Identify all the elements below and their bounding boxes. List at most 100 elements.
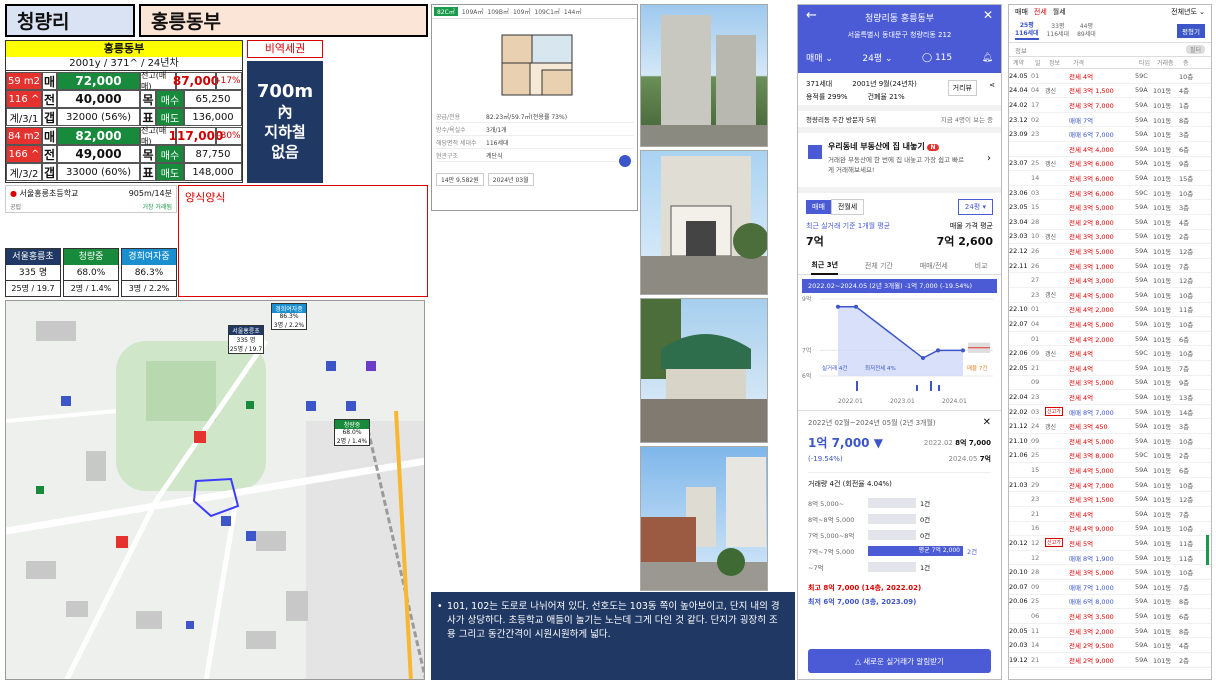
back-icon[interactable]: ← xyxy=(806,8,817,23)
history-row[interactable]: 21 전세 4억 59A 101동 7층 xyxy=(1009,507,1211,522)
history-row[interactable]: 22.12 26 전세 3억 5,000 59A 101동 12층 xyxy=(1009,244,1211,259)
row-day: 14 xyxy=(1031,173,1040,182)
history-row[interactable]: 23.03 10 갱신 전세 3억 3,000 59A 101동 2층 xyxy=(1009,230,1211,245)
row-dong: 101동 xyxy=(1153,569,1172,578)
size-dropdown[interactable]: 24평 ▾ xyxy=(957,199,993,215)
row-floor: 6층 xyxy=(1179,335,1190,344)
history-row[interactable]: 15 전세 4억 5,000 59A 101동 6층 xyxy=(1009,463,1211,478)
year-filter[interactable]: 전체년도 ⌄ xyxy=(1171,7,1205,17)
fp-tab[interactable]: 82C㎡ xyxy=(434,7,458,16)
fp-tab[interactable]: 109A㎡ xyxy=(462,7,484,16)
history-row[interactable]: 21.12 24 갱신 전세 3억 450 59A 101동 3층 xyxy=(1009,419,1211,434)
history-row[interactable]: 24.02 17 전세 3억 7,000 59A 101동 1층 xyxy=(1009,98,1211,113)
row-dong: 101동 xyxy=(1153,320,1172,329)
fp-tab[interactable]: 109㎡ xyxy=(513,7,530,16)
fp-date-select[interactable]: 2024년 03월 xyxy=(487,172,534,186)
seg-trade[interactable]: 매매 xyxy=(806,200,831,214)
history-row[interactable]: 20.10 28 전세 3억 5,000 59A 101동 10층 xyxy=(1009,565,1211,580)
row-price: 전세 4억 5,000 xyxy=(1069,291,1114,300)
chart-tab[interactable]: 전체 기간 xyxy=(865,261,893,271)
history-row[interactable]: 20.06 25 매매 6억 8,000 59A 101동 8층 xyxy=(1009,595,1211,610)
close-icon[interactable]: ✕ xyxy=(983,8,993,22)
row-type: 59A xyxy=(1135,392,1148,401)
pyeong-button[interactable]: 평형기 xyxy=(1177,23,1205,38)
scrollbar[interactable] xyxy=(1206,535,1209,565)
history-row[interactable]: 전세 4억 4,000 59A 101동 6층 xyxy=(1009,142,1211,157)
min-line: 최저 6억 7,000 (3층, 2023.09) xyxy=(808,598,917,606)
row-type: 59A xyxy=(1135,582,1148,591)
map[interactable]: 경희여자중 86.3% 3명 / 2.2% 서울홍릉초 335 명 25명 / 1… xyxy=(5,300,425,680)
history-row[interactable]: 22.05 21 전세 4억 59A 101동 7층 xyxy=(1009,361,1211,376)
sheet-close-icon[interactable]: ✕ xyxy=(983,417,991,428)
history-row[interactable]: 20.07 09 매매 7억 1,000 59A 101동 7층 xyxy=(1009,580,1211,595)
row-dong: 101동 xyxy=(1153,218,1172,227)
fp-price-chip[interactable]: 14만 9,582원 xyxy=(436,172,484,186)
history-row[interactable]: 24.05 01 전세 4억 59C 10층 xyxy=(1009,69,1211,84)
history-row[interactable]: 22.06 09 갱신 전세 4억 59C 101동 10층 xyxy=(1009,346,1211,361)
history-row[interactable]: 20.12 12 신고가 전세 5억 59A 101동 11층 xyxy=(1009,536,1211,551)
row-dong: 101동 xyxy=(1153,423,1172,432)
history-row[interactable]: 23.07 25 갱신 전세 3억 6,000 59A 101동 9층 xyxy=(1009,157,1211,172)
history-row[interactable]: 22.11 26 전세 3억 1,000 59A 101동 7층 xyxy=(1009,259,1211,274)
history-row[interactable]: 21.10 09 전세 4억 5,000 59A 101동 10층 xyxy=(1009,434,1211,449)
history-row[interactable]: 19.12 21 전세 2억 9,000 59A 101동 2층 xyxy=(1009,653,1211,668)
history-row[interactable]: 23.12 02 매매 7억 59A 101동 8층 xyxy=(1009,113,1211,128)
chart-tab[interactable]: 매매/전세 xyxy=(920,261,948,271)
history-row[interactable]: 16 전세 4억 9,000 59A 101동 10층 xyxy=(1009,522,1211,537)
history-row[interactable]: 12 매매 8억 1,900 59A 101동 11층 xyxy=(1009,551,1211,566)
size-select[interactable]: 24평 ⌄ xyxy=(862,51,892,64)
sell-banner[interactable]: 우리동네 부동산에 집 내놓기 N 거래완 부동산에 한 번에 집 내놓고 가장… xyxy=(798,133,1001,193)
history-row[interactable]: 21.06 25 전세 3억 8,000 59C 101동 2층 xyxy=(1009,449,1211,464)
fp-tab[interactable]: 144㎡ xyxy=(564,7,581,16)
map-school-label[interactable]: 경희여자중 86.3% 3명 / 2.2% xyxy=(271,303,307,330)
street-view-button[interactable]: 거리뷰 xyxy=(947,80,977,96)
size-tab[interactable]: 44평 89세대 xyxy=(1077,23,1096,39)
comments-button[interactable]: ◯ 115 xyxy=(922,53,952,63)
size-tab[interactable]: 25평 116세대 xyxy=(1015,22,1039,40)
history-row[interactable]: 01 전세 4억 2,000 59A 101동 6층 xyxy=(1009,332,1211,347)
history-row[interactable]: 22.10 01 전세 4억 2,000 59A 101동 11층 xyxy=(1009,303,1211,318)
trade-select[interactable]: 매매 ⌄ xyxy=(806,51,833,64)
seg-rent[interactable]: 전월세 xyxy=(830,199,865,215)
history-row[interactable]: 22.07 04 전세 4억 5,000 59A 101동 10층 xyxy=(1009,317,1211,332)
bell-icon[interactable]: 🔔︎ xyxy=(982,53,993,63)
visit-row[interactable]: 청량리동 주간 방문자 5위 지금 4명이 보는 중 xyxy=(798,111,1001,133)
map-school-label[interactable]: 청량중 68.0% 2명 / 1.4% xyxy=(334,419,370,446)
history-row[interactable]: 23.05 15 전세 3억 5,000 59A 101동 3층 xyxy=(1009,200,1211,215)
history-row[interactable]: 23.04 28 전세 2억 8,000 59A 101동 4층 xyxy=(1009,215,1211,230)
fp-tab[interactable]: 109C1㎡ xyxy=(534,7,559,16)
history-row[interactable]: 20.05 11 전세 3억 2,000 59A 101동 8층 xyxy=(1009,624,1211,639)
row-floor: 7층 xyxy=(1179,262,1190,271)
history-row[interactable]: 27 전세 4억 3,000 59A 101동 12층 xyxy=(1009,273,1211,288)
history-row[interactable]: 23 갱신 전세 4억 5,000 59A 101동 10층 xyxy=(1009,288,1211,303)
map-school-label[interactable]: 서울홍릉초 335 명 25명 / 19.7 xyxy=(228,325,264,354)
alert-button[interactable]: △ 새로운 실거래가 알림받기 xyxy=(808,649,991,673)
row-dong: 101동 xyxy=(1153,189,1172,198)
history-row[interactable]: 24.04 04 갱신 전세 3억 1,500 59A 101동 4층 xyxy=(1009,84,1211,99)
floating-icon[interactable] xyxy=(619,155,631,167)
history-row[interactable]: 23 전세 3억 1,500 59A 101동 12층 xyxy=(1009,492,1211,507)
history-row[interactable]: 09 전세 3억 5,000 59A 101동 9층 xyxy=(1009,376,1211,391)
history-row[interactable]: 22.02 03 신고가 매매 8억 7,000 59A 101동 14층 xyxy=(1009,405,1211,420)
history-row[interactable]: 20.03 14 전세 2억 9,500 59A 101동 4층 xyxy=(1009,638,1211,653)
share-icon[interactable]: ⋖ xyxy=(989,81,995,89)
chart-tab[interactable]: 비교 xyxy=(975,261,988,271)
history-tab[interactable]: 월세 xyxy=(1053,7,1066,17)
history-row[interactable]: 23.09 23 매매 6억 7,000 59A 101동 3층 xyxy=(1009,127,1211,142)
history-row[interactable]: 23.06 03 전세 3억 6,000 59C 101동 10층 xyxy=(1009,186,1211,201)
unit-layout: 계/3/2 xyxy=(6,163,42,181)
row-month: 22.04 xyxy=(1009,392,1028,401)
road-south xyxy=(203,500,239,679)
history-row[interactable]: 14 전세 3억 6,000 59A 101동 15층 xyxy=(1009,171,1211,186)
history-tab[interactable]: 매매 xyxy=(1015,7,1028,17)
history-row[interactable]: 21.03 29 전세 4억 7,000 59A 101동 10층 xyxy=(1009,478,1211,493)
row-dong: 101동 xyxy=(1153,466,1172,475)
history-row[interactable]: 06 전세 3억 3,500 59A 101동 6층 xyxy=(1009,609,1211,624)
size-tab[interactable]: 33평 116세대 xyxy=(1047,23,1070,39)
fp-tab[interactable]: 109B㎡ xyxy=(487,7,509,16)
size-top: 33평 xyxy=(1051,22,1065,30)
row-day: 11 xyxy=(1031,626,1040,635)
history-row[interactable]: 22.04 23 전세 4억 59A 101동 13층 xyxy=(1009,390,1211,405)
chart-tab[interactable]: 최근 3년 xyxy=(811,257,839,275)
history-tab[interactable]: 전세 xyxy=(1034,7,1047,17)
